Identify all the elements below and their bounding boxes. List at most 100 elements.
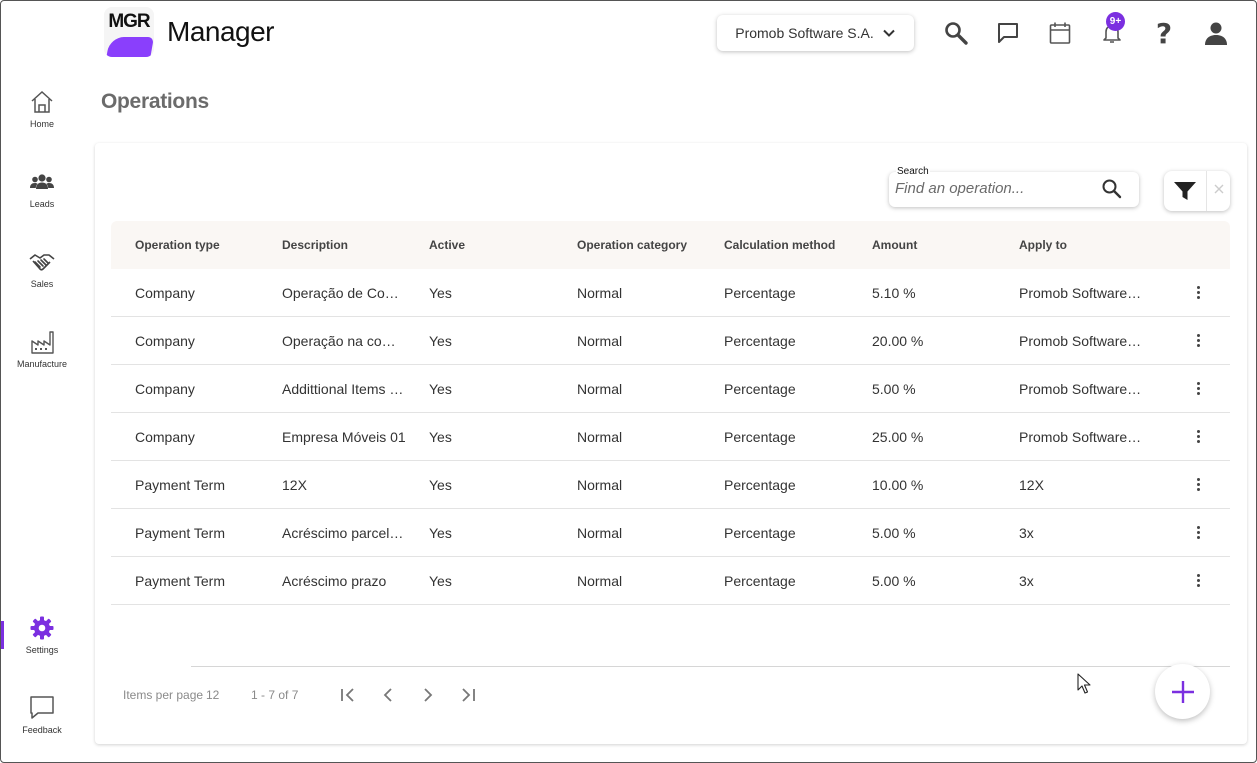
- table-cell: Yes: [429, 429, 452, 445]
- table-cell: Payment Term: [135, 477, 225, 493]
- next-page-icon[interactable]: [418, 685, 438, 705]
- more-options-icon[interactable]: [1193, 524, 1203, 542]
- table-cell: Company: [135, 333, 195, 349]
- clear-filter-icon[interactable]: [1212, 182, 1226, 196]
- add-operation-button[interactable]: [1155, 664, 1210, 719]
- notification-badge: 9+: [1106, 12, 1125, 31]
- more-options-icon[interactable]: [1193, 476, 1203, 494]
- user-menu-button[interactable]: [1202, 19, 1230, 47]
- table-cell: 5.00 %: [872, 381, 916, 397]
- chevron-down-icon: [883, 29, 895, 37]
- company-select-value: Promob Software S.A.: [735, 25, 874, 41]
- table-cell: Company: [135, 429, 195, 445]
- column-header[interactable]: Description: [282, 238, 348, 252]
- filter-control: [1164, 171, 1230, 211]
- table-cell: Normal: [577, 381, 623, 397]
- people-icon: [30, 174, 54, 189]
- search-icon: [945, 22, 968, 45]
- more-options-icon[interactable]: [1193, 428, 1203, 446]
- table-row[interactable]: Company Operação na compra Yes Normal Percen…: [111, 317, 1230, 365]
- sidebar-item-leads[interactable]: Leads: [1, 169, 83, 229]
- more-options-icon[interactable]: [1193, 332, 1203, 350]
- table-row[interactable]: Payment Term Acréscimo prazo Yes Normal Perc…: [111, 557, 1230, 605]
- sidebar-item-sales[interactable]: Sales: [1, 249, 83, 309]
- home-icon: [31, 90, 53, 113]
- sidebar-item-home[interactable]: Home: [1, 89, 83, 149]
- table-row[interactable]: Company Empresa Móveis 01 Yes Normal Percent…: [111, 413, 1230, 461]
- table-cell: Percentage: [724, 477, 796, 493]
- app-logo[interactable]: MGR: [104, 7, 154, 57]
- column-header[interactable]: Operation category: [577, 238, 687, 252]
- table-cell: Promob Software S.A.: [1019, 381, 1144, 397]
- table-cell: Promob Software S.A.: [1019, 285, 1144, 301]
- sidebar-item-label: Feedback: [22, 725, 62, 735]
- items-per-page-label: Items per page: [123, 688, 204, 702]
- table-cell: Normal: [577, 573, 623, 589]
- help-button[interactable]: ?: [1150, 17, 1178, 50]
- logo-shape: [106, 37, 154, 57]
- column-header[interactable]: Active: [429, 238, 465, 252]
- header-search-button[interactable]: [942, 19, 970, 47]
- sidebar-item-settings[interactable]: Settings: [1, 615, 83, 675]
- company-select[interactable]: Promob Software S.A.: [717, 15, 914, 51]
- more-options-icon[interactable]: [1193, 380, 1203, 398]
- sidebar-item-feedback[interactable]: Feedback: [1, 695, 83, 755]
- app-window: MGR Manager Promob Software S.A. 9+ ? Ho…: [0, 0, 1257, 763]
- column-header[interactable]: Amount: [872, 238, 917, 252]
- table-cell: Yes: [429, 333, 452, 349]
- sidebar-item-label: Manufacture: [16, 359, 68, 369]
- more-options-icon[interactable]: [1193, 572, 1203, 590]
- column-header[interactable]: Calculation method: [724, 238, 835, 252]
- last-page-icon[interactable]: [458, 685, 478, 705]
- table-cell: Acréscimo prazo: [282, 573, 387, 589]
- plus-icon: [1171, 680, 1194, 703]
- calendar-icon: [1049, 22, 1071, 44]
- more-options-icon[interactable]: [1193, 284, 1203, 302]
- column-header[interactable]: Apply to: [1019, 238, 1067, 252]
- table-cell: 5.10 %: [872, 285, 916, 301]
- items-per-page-select[interactable]: 12: [206, 688, 219, 702]
- sidebar-item-label: Settings: [25, 645, 59, 655]
- user-icon: [1205, 22, 1227, 45]
- pagination-divider: [191, 666, 1230, 667]
- table-cell: 3x: [1019, 525, 1034, 541]
- search-label: Search: [896, 166, 930, 177]
- factory-icon: [31, 331, 54, 354]
- previous-page-icon[interactable]: [378, 685, 398, 705]
- table-cell: Operação na compra: [282, 333, 407, 349]
- first-page-icon[interactable]: [338, 685, 358, 705]
- table-cell: Operação de Compra: [282, 285, 407, 301]
- column-header[interactable]: Operation type: [135, 238, 220, 252]
- table-cell: 20.00 %: [872, 333, 924, 349]
- table-row[interactable]: Payment Term Acréscimo parcelado Yes Normal…: [111, 509, 1230, 557]
- search-input[interactable]: [895, 180, 1095, 197]
- table-row[interactable]: Company Operação de Compra Yes Normal Percen…: [111, 269, 1230, 317]
- table-row[interactable]: Company Addittional Items Importados Yes No…: [111, 365, 1230, 413]
- pagination-range: 1 - 7 of 7: [251, 688, 299, 702]
- calendar-button[interactable]: [1046, 19, 1074, 47]
- sidebar-item-label: Leads: [29, 199, 55, 209]
- chat-button[interactable]: [994, 19, 1022, 47]
- table-cell: 3x: [1019, 573, 1034, 589]
- table-cell: 12X: [282, 477, 307, 493]
- table-cell: Company: [135, 285, 195, 301]
- table-cell: Empresa Móveis 01: [282, 429, 406, 445]
- table-row[interactable]: Payment Term 12X Yes Normal Percentage 10.00 …: [111, 461, 1230, 509]
- feedback-icon: [30, 696, 54, 719]
- page-title: Operations: [101, 90, 209, 113]
- search-field[interactable]: Search: [889, 166, 1139, 207]
- table-cell: Promob Software S.A.: [1019, 429, 1144, 445]
- table-cell: Yes: [429, 477, 452, 493]
- table-cell: Normal: [577, 429, 623, 445]
- filter-separator: [1206, 171, 1207, 211]
- table-cell: Percentage: [724, 525, 796, 541]
- handshake-icon: [29, 254, 55, 271]
- table-header: Operation type Description Active Operat…: [111, 221, 1230, 269]
- table-cell: Addittional Items Importados: [282, 381, 407, 397]
- filter-icon[interactable]: [1173, 180, 1197, 202]
- search-icon[interactable]: [1101, 178, 1123, 200]
- sidebar-item-manufacture[interactable]: Manufacture: [1, 329, 83, 389]
- table-cell: Percentage: [724, 285, 796, 301]
- mouse-cursor-icon: [1077, 673, 1091, 694]
- sidebar-item-label: Sales: [30, 279, 54, 289]
